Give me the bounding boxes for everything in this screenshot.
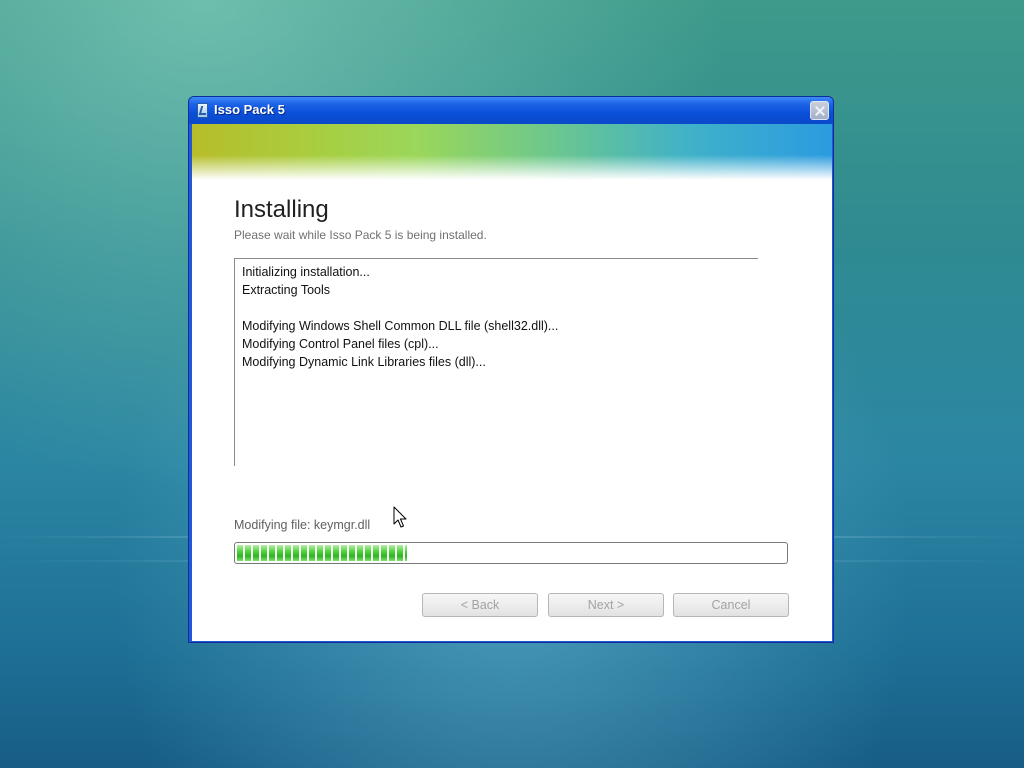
log-line: Modifying Dynamic Link Libraries files (…: [242, 355, 486, 369]
wizard-buttons: < Back Next > Cancel: [422, 593, 789, 617]
progress-bar: [234, 542, 788, 564]
cancel-button[interactable]: Cancel: [673, 593, 789, 617]
log-line: Initializing installation...: [242, 265, 370, 279]
install-log[interactable]: Initializing installation... Extracting …: [234, 258, 758, 466]
log-line: Modifying Control Panel files (cpl)...: [242, 337, 439, 351]
installer-icon: [197, 103, 208, 118]
log-line: Extracting Tools: [242, 283, 331, 297]
log-line: Modifying Windows Shell Common DLL file …: [242, 319, 559, 333]
next-button[interactable]: Next >: [548, 593, 664, 617]
page-title: Installing: [234, 196, 329, 223]
mouse-pointer-icon: [393, 506, 407, 528]
window-client-area: Installing Please wait while Isso Pack 5…: [192, 124, 832, 641]
window-title: Isso Pack 5: [214, 102, 285, 117]
header-banner: [192, 124, 832, 180]
current-file-status: Modifying file: keymgr.dll: [234, 518, 371, 532]
close-button[interactable]: [810, 101, 829, 120]
back-button[interactable]: < Back: [422, 593, 538, 617]
progress-bar-fill: [237, 545, 407, 561]
title-bar[interactable]: Isso Pack 5: [189, 97, 833, 124]
page-subtitle: Please wait while Isso Pack 5 is being i…: [234, 228, 487, 242]
installer-window: Isso Pack 5 Installing Please wait while…: [188, 96, 834, 643]
